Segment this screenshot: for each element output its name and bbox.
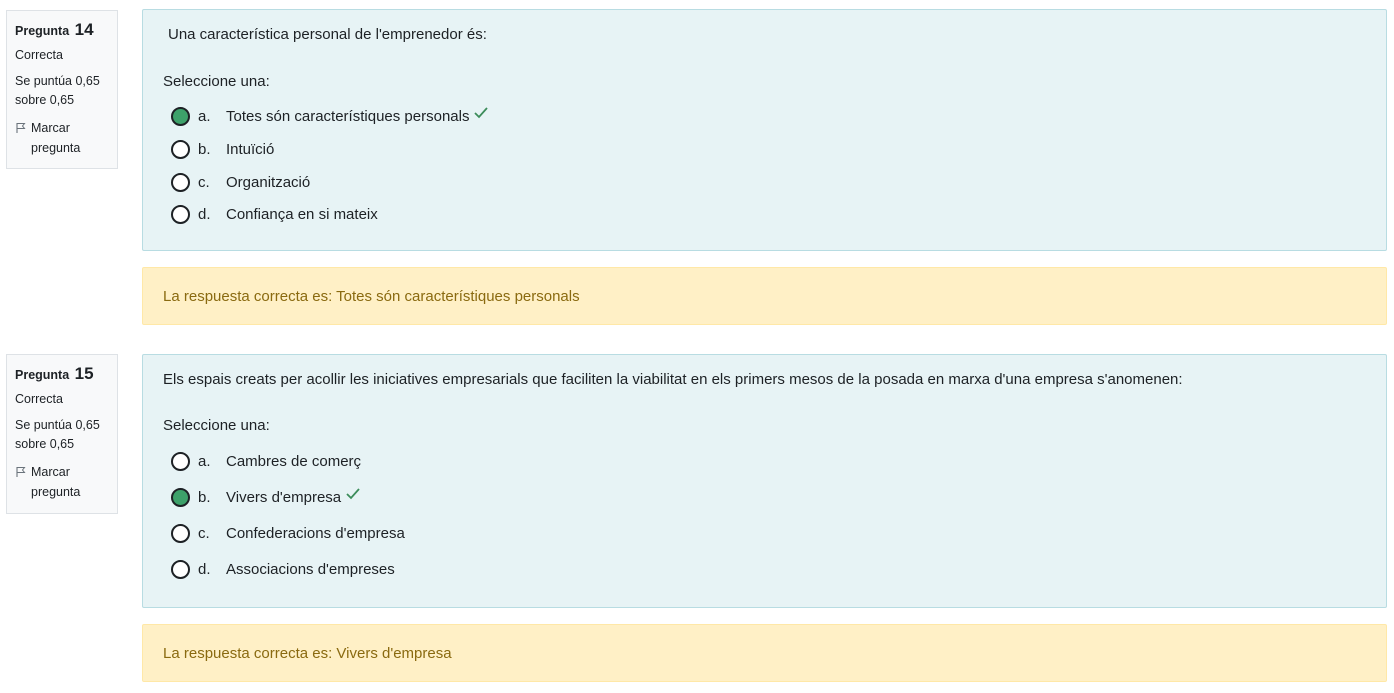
question-number: Pregunta 14 (15, 19, 109, 42)
radio-button[interactable] (171, 487, 190, 507)
answer-letter: d. (198, 560, 211, 578)
answer-option-c[interactable]: c. Confederacions d'empresa (171, 520, 405, 546)
question-info: Pregunta 15 Correcta Se puntúa 0,65 sobr… (6, 354, 118, 514)
answer-text: Cambres de comerç (226, 452, 362, 470)
answer-letter: b. (198, 140, 211, 158)
question-number-value: 14 (74, 20, 94, 39)
answer-option-d[interactable]: d. Confiança en si mateix (171, 201, 378, 227)
question-number: Pregunta 15 (15, 363, 109, 386)
answer-option-a[interactable]: a. Totes són característiques personals (171, 103, 489, 129)
answer-text: Organització (226, 173, 311, 191)
answer-prompt: Seleccione una: (163, 73, 270, 90)
answer-text: Intuïció (226, 140, 275, 158)
question-label: Pregunta (15, 24, 70, 38)
answer-letter: a. (198, 107, 211, 125)
correct-answer-feedback: La respuesta correcta es: Totes són cara… (142, 267, 1387, 325)
question-text: Una característica personal de l'emprene… (168, 26, 487, 43)
check-icon (474, 107, 489, 119)
answer-letter: b. (198, 488, 211, 506)
question-content: Una característica personal de l'emprene… (142, 9, 1387, 251)
answer-letter: c. (198, 173, 210, 191)
answer-text: Confiança en si mateix (226, 205, 378, 223)
answer-text: Associacions d'empreses (226, 560, 395, 578)
correct-answer-feedback: La respuesta correcta es: Vivers d'empre… (142, 624, 1387, 682)
radio-button[interactable] (171, 139, 190, 159)
question-text: Els espais creats per acollir les inicia… (163, 371, 1183, 388)
flag-label: Marcar pregunta (31, 465, 81, 499)
radio-button[interactable] (171, 204, 190, 224)
answer-prompt: Seleccione una: (163, 417, 270, 434)
answer-option-b[interactable]: b. Intuïció (171, 136, 274, 162)
answer-text: Vivers d'empresa (226, 488, 342, 506)
flag-question-link[interactable]: Marcar pregunta (15, 118, 109, 158)
answer-text: Confederacions d'empresa (226, 524, 405, 542)
question-state: Correcta (15, 48, 63, 62)
answer-option-a[interactable]: a. Cambres de comerç (171, 448, 361, 474)
question-number-value: 15 (74, 364, 94, 383)
flag-label: Marcar pregunta (31, 121, 81, 155)
flag-icon (16, 123, 26, 133)
radio-button[interactable] (171, 172, 190, 192)
answer-letter: d. (198, 205, 211, 223)
answer-option-b[interactable]: b. Vivers d'empresa (171, 484, 361, 510)
answer-option-d[interactable]: d. Associacions d'empreses (171, 556, 395, 582)
flag-question-link[interactable]: Marcar pregunta (15, 462, 109, 502)
question-grade: Se puntúa 0,65 sobre 0,65 (15, 418, 100, 451)
radio-button[interactable] (171, 523, 190, 543)
question-content: Els espais creats per acollir les inicia… (142, 354, 1387, 608)
check-icon (346, 488, 360, 500)
question-state: Correcta (15, 392, 63, 406)
answer-letter: c. (198, 524, 210, 542)
answer-option-c[interactable]: c. Organització (171, 169, 310, 195)
question-info: Pregunta 14 Correcta Se puntúa 0,65 sobr… (6, 10, 118, 169)
question-label: Pregunta (15, 368, 70, 382)
radio-button[interactable] (171, 451, 190, 471)
answer-letter: a. (198, 452, 211, 470)
question-grade: Se puntúa 0,65 sobre 0,65 (15, 74, 100, 107)
radio-button[interactable] (171, 106, 190, 126)
flag-icon (16, 467, 26, 477)
radio-button[interactable] (171, 559, 190, 579)
answer-text: Totes són característiques personals (226, 107, 470, 125)
